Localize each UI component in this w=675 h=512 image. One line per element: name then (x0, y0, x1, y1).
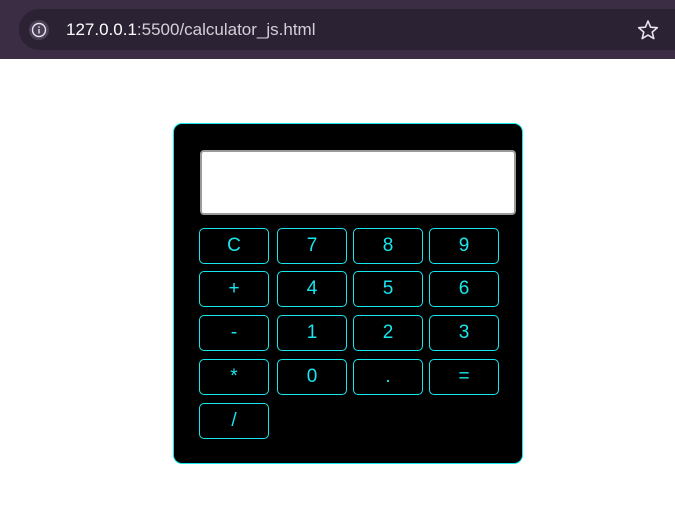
digit-0-button[interactable]: 0 (277, 359, 347, 395)
site-info-icon[interactable] (29, 20, 49, 40)
calculator-panel: C 7 8 9 + 4 5 6 - 1 2 3 * 0 . = / (173, 123, 523, 464)
digit-2-button[interactable]: 2 (353, 315, 423, 351)
calculator-display[interactable] (200, 150, 516, 215)
digit-8-button[interactable]: 8 (353, 228, 423, 264)
bookmark-star-icon[interactable] (637, 19, 659, 41)
digit-5-button[interactable]: 5 (353, 271, 423, 307)
minus-button[interactable]: - (199, 315, 269, 351)
digit-9-button[interactable]: 9 (429, 228, 499, 264)
multiply-button[interactable]: * (199, 359, 269, 395)
digit-6-button[interactable]: 6 (429, 271, 499, 307)
digit-1-button[interactable]: 1 (277, 315, 347, 351)
divide-button[interactable]: / (199, 403, 269, 439)
plus-button[interactable]: + (199, 271, 269, 307)
browser-toolbar: 127.0.0.1:5500/calculator_js.html (0, 0, 675, 59)
url-path: :5500/calculator_js.html (136, 20, 316, 39)
url-text[interactable]: 127.0.0.1:5500/calculator_js.html (66, 19, 316, 41)
digit-3-button[interactable]: 3 (429, 315, 499, 351)
url-host: 127.0.0.1 (66, 20, 137, 39)
digit-7-button[interactable]: 7 (277, 228, 347, 264)
equals-button[interactable]: = (429, 359, 499, 395)
decimal-point-button[interactable]: . (353, 359, 423, 395)
clear-button[interactable]: C (199, 228, 269, 264)
digit-4-button[interactable]: 4 (277, 271, 347, 307)
